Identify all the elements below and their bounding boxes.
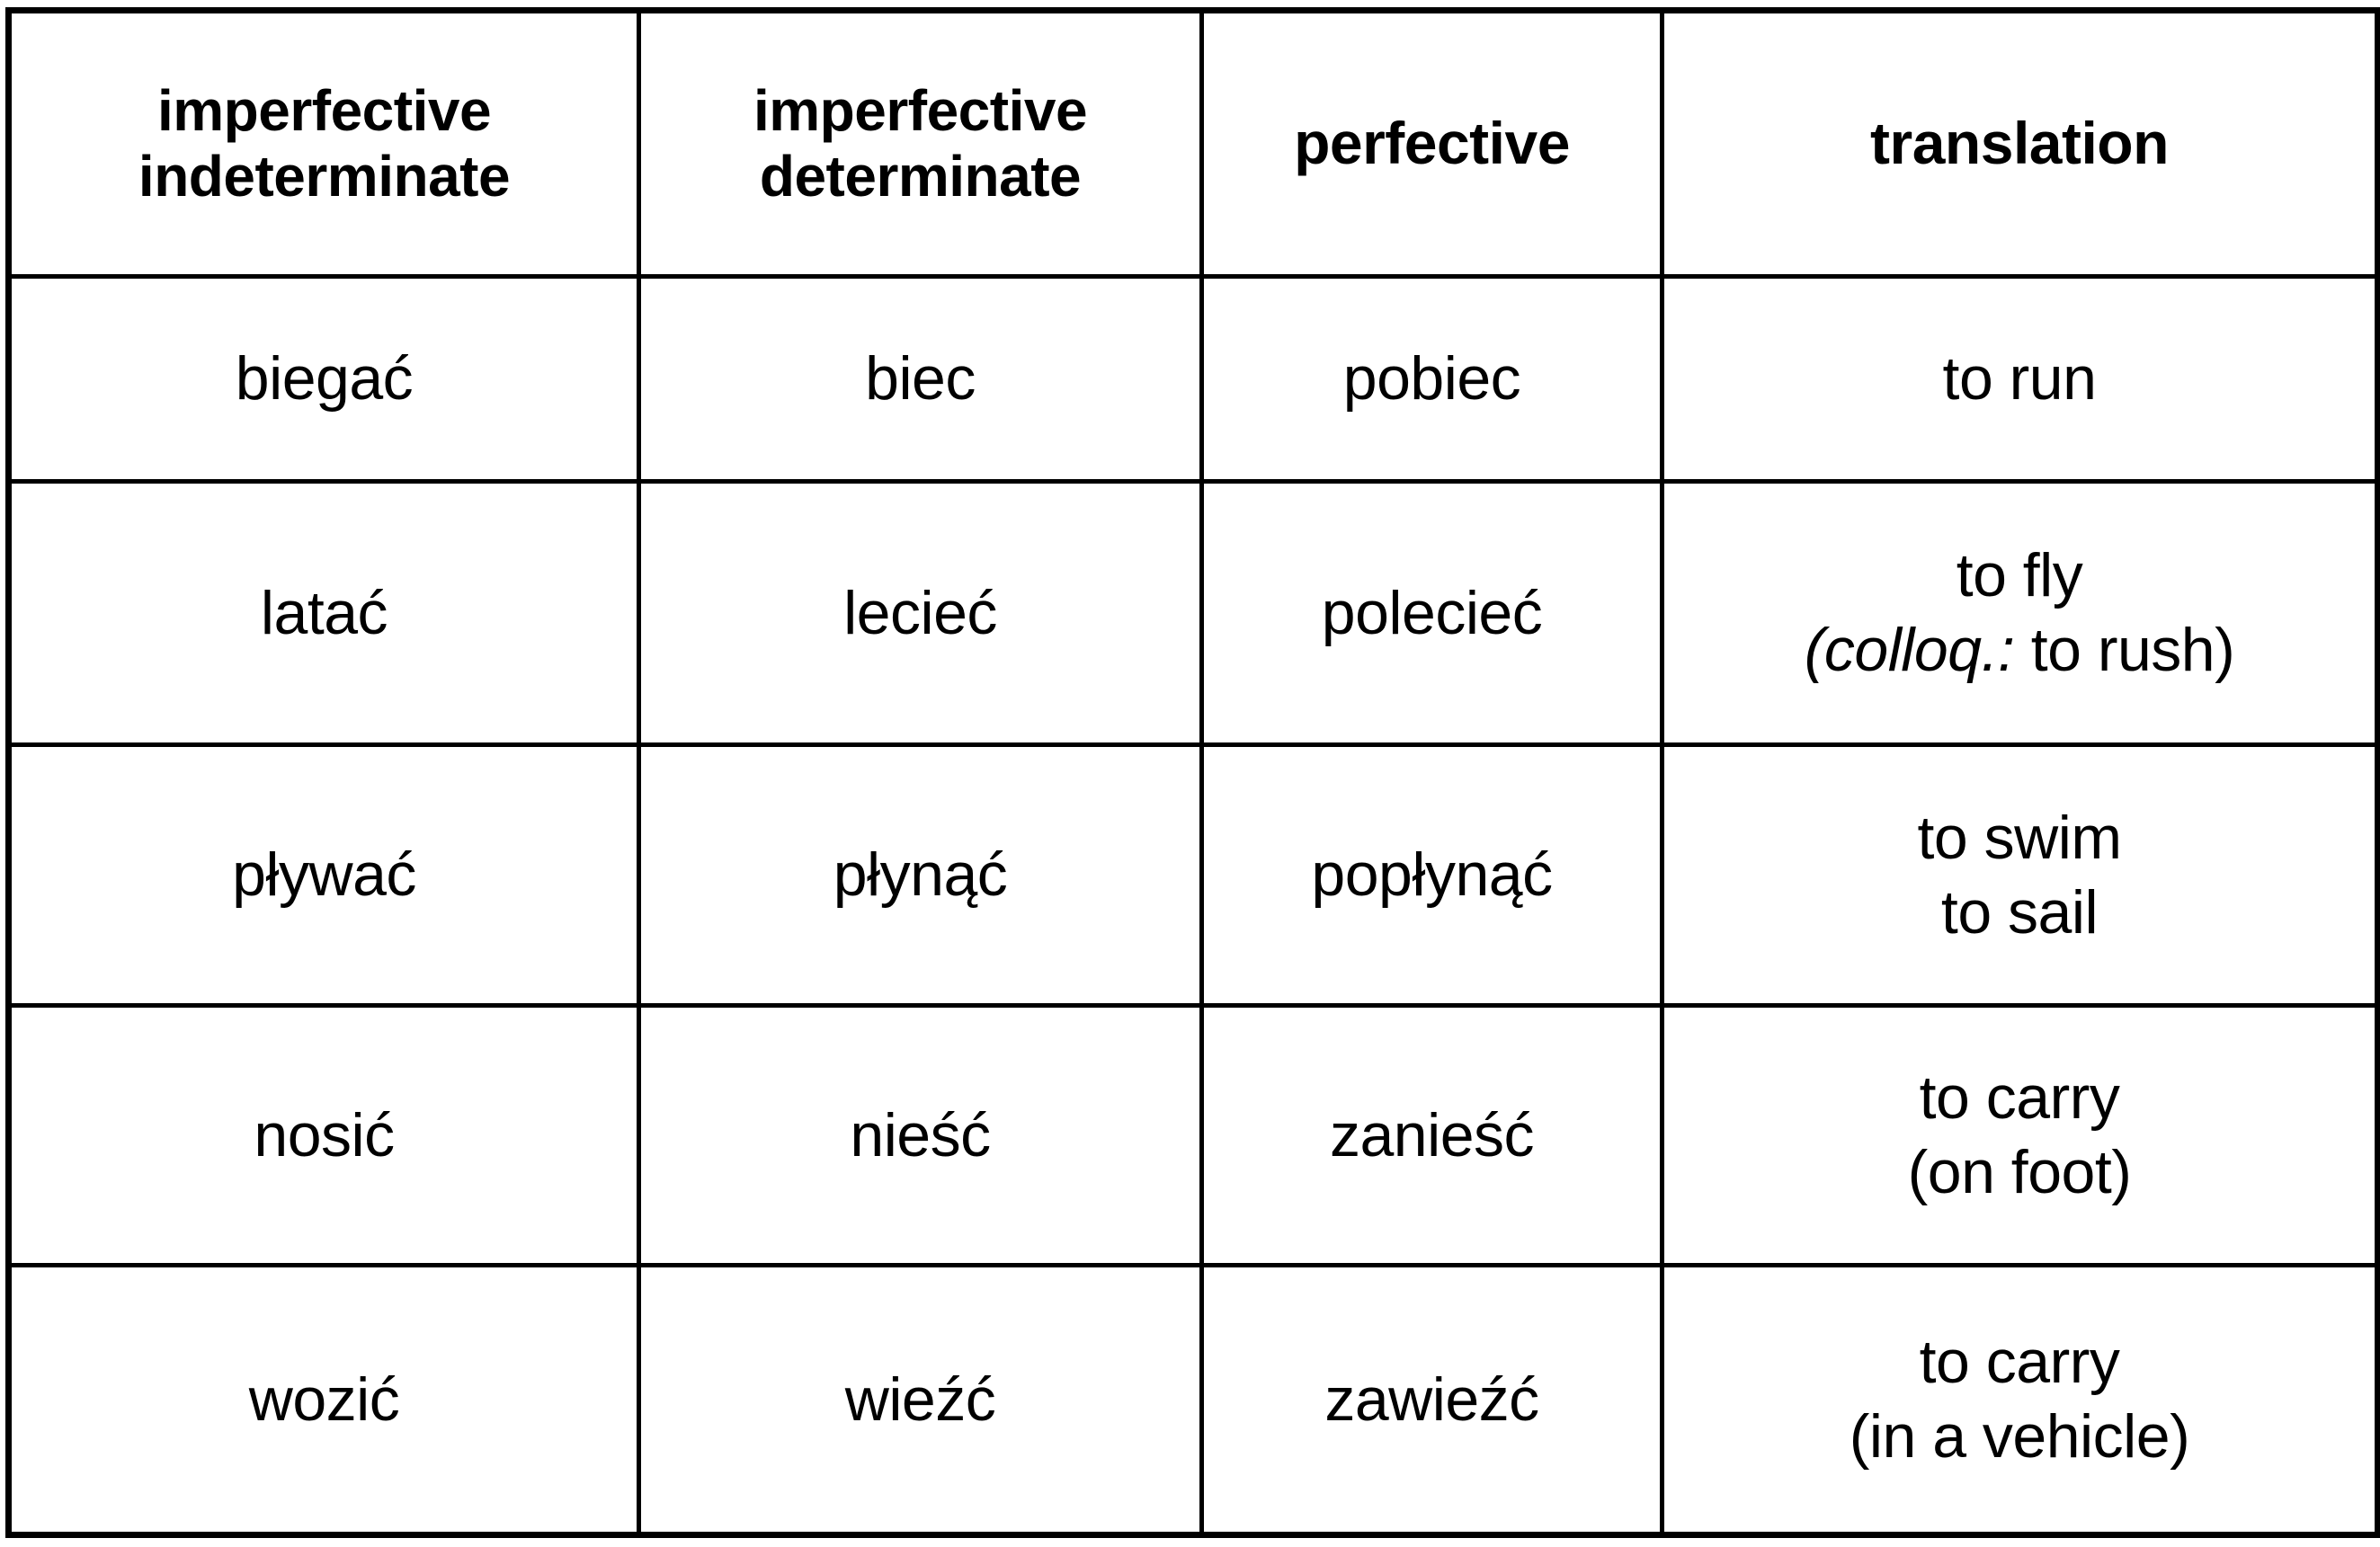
- cell-translation: to carry (on foot): [1660, 1003, 2380, 1267]
- cell-imperfective-indeterminate: pływać: [6, 742, 641, 1008]
- header-line-1: translation: [1870, 110, 2169, 177]
- column-header-translation: translation: [1660, 8, 2380, 279]
- translation-line-1: to run: [1942, 344, 2097, 413]
- cell-perfective: zawieźć: [1199, 1263, 1664, 1537]
- table-row: biegać biec pobiec to run: [6, 274, 2380, 484]
- cell-perfective: popłynąć: [1199, 742, 1664, 1008]
- table-row: wozić wieźć zawieźć to carry (in a vehic…: [6, 1263, 2380, 1537]
- cell-imperfective-indeterminate: wozić: [6, 1263, 641, 1537]
- translation-line-2: (on foot): [1907, 1138, 2132, 1206]
- header-line-1: imperfective: [753, 78, 1088, 144]
- translation-line-1: to carry: [1919, 1063, 2120, 1133]
- cell-perfective: zanieść: [1199, 1003, 1664, 1267]
- cell-translation: to carry (in a vehicle): [1660, 1263, 2380, 1537]
- translation-line-2: (colloq.: to rush): [1673, 613, 2366, 688]
- translation-line-1: to fly: [1956, 541, 2083, 610]
- cell-imperfective-determinate: biec: [637, 274, 1204, 484]
- cell-translation: to run: [1660, 274, 2380, 484]
- translation-line-2: (in a vehicle): [1849, 1402, 2190, 1471]
- cell-imperfective-indeterminate: biegać: [6, 274, 641, 484]
- cell-perfective: polecieć: [1199, 479, 1664, 747]
- translation-line-1: to carry: [1919, 1328, 2120, 1397]
- column-header-imperfective-indeterminate: imperfective indeterminate: [6, 8, 641, 279]
- header-line-2: determinate: [759, 144, 1082, 209]
- cell-translation: to swim to sail: [1660, 742, 2380, 1008]
- cell-imperfective-indeterminate: latać: [6, 479, 641, 747]
- header-line-2: indeterminate: [138, 144, 511, 209]
- cell-perfective: pobiec: [1199, 274, 1664, 484]
- cell-imperfective-determinate: wieźć: [637, 1263, 1204, 1537]
- cell-imperfective-determinate: nieść: [637, 1003, 1204, 1267]
- polish-verbs-of-motion-table: imperfective indeterminate imperfective …: [5, 7, 2380, 1538]
- column-header-perfective: perfective: [1199, 8, 1664, 279]
- cell-imperfective-determinate: płynąć: [637, 742, 1204, 1008]
- verb-table-container: imperfective indeterminate imperfective …: [5, 7, 2380, 1538]
- translation-line-2: to sail: [1940, 877, 2099, 947]
- colloquial-label: (colloq.:: [1804, 616, 2015, 684]
- cell-imperfective-determinate: lecieć: [637, 479, 1204, 747]
- header-line-1: imperfective: [156, 78, 492, 144]
- colloquial-gloss: to rush): [2014, 616, 2235, 684]
- table-row: nosić nieść zanieść to carry (on foot): [6, 1003, 2380, 1267]
- translation-line-1: to swim: [1917, 803, 2122, 872]
- cell-translation: to fly (colloq.: to rush): [1660, 479, 2380, 747]
- header-line-1: perfective: [1294, 110, 1570, 177]
- table-row: pływać płynąć popłynąć to swim to sail: [6, 742, 2380, 1008]
- table-row: latać lecieć polecieć to fly (colloq.: t…: [6, 479, 2380, 747]
- cell-imperfective-indeterminate: nosić: [6, 1003, 641, 1267]
- table-header-row: imperfective indeterminate imperfective …: [6, 8, 2380, 279]
- column-header-imperfective-determinate: imperfective determinate: [637, 8, 1204, 279]
